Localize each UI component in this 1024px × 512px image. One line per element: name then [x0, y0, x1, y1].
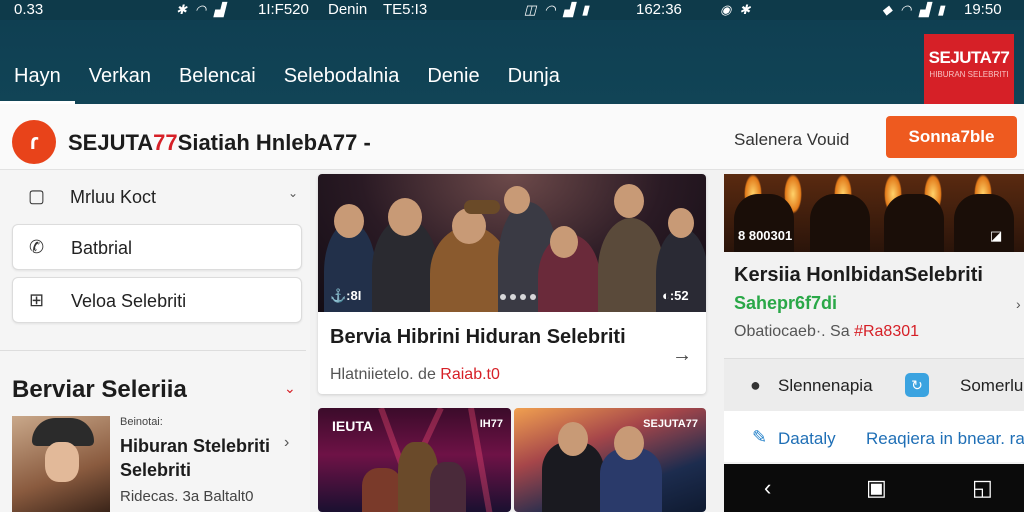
sidebar-divider	[0, 350, 306, 351]
settings-icon: ✱	[176, 2, 187, 17]
wifi-icon: ◠	[900, 2, 912, 17]
status-icons-2: ◫ ◠ ▟ ▮	[524, 0, 597, 20]
status-center-time: 162:36	[636, 1, 682, 18]
action-link-left[interactable]: Daataly	[778, 429, 836, 449]
arrow-right-icon[interactable]: →	[672, 344, 692, 367]
home-icon[interactable]: ▣	[866, 475, 887, 501]
signal-icon: ▟	[563, 2, 574, 17]
card-label-right: SEJUTA77	[643, 418, 698, 430]
status-text-3: TE5:I3	[383, 1, 428, 18]
grid-icon: ⊞	[29, 290, 45, 310]
right-action-panel: ● Slennenapia ↻ Somerlu ✎ Daataly Reaqie…	[724, 358, 1024, 462]
featured-meta: Hlatniietelo. de Raiab.t0	[330, 366, 500, 384]
alarm-icon: ◆	[882, 2, 892, 17]
featured-meta-text: Hlatniietelo. de	[330, 366, 441, 383]
recents-icon[interactable]: ◱	[972, 475, 993, 501]
photo-badge-right: ◐:52	[662, 288, 689, 303]
brand-name: SEJUTA77	[928, 48, 1010, 67]
featured-meta-red: Raiab.t0	[440, 366, 500, 383]
right-card-badge-left: 8 800301	[738, 228, 793, 243]
app-header: Hayn Verkan Belencai Selebodalnia Denie …	[0, 20, 1024, 104]
battery-icon: ▮	[581, 2, 589, 17]
status-icons-3: ◉ ✱	[720, 0, 758, 20]
site-logo-icon[interactable]: ɾ	[12, 120, 56, 164]
site-title-rest: Siatiah HnlebA77 -	[177, 130, 371, 155]
sidebar-item-mrluu-koct[interactable]: ▢ Mrluu Koct ⌄	[12, 174, 302, 220]
status-text-2: Denin	[328, 1, 368, 18]
topbar-link[interactable]: Salenera Vouid	[734, 130, 849, 150]
edit-icon: ✎	[752, 427, 768, 447]
bottom-article-card-1[interactable]: IEUTA IH77	[318, 408, 511, 512]
right-card-meta-red: #Ra8301	[854, 323, 920, 340]
mini-article-card[interactable]: Beinotai: Hiburan Stelebriti Selebriti ›…	[12, 416, 302, 512]
sidebar-item-label: Mrluu Koct	[70, 187, 157, 207]
sidebar-item-batbrial[interactable]: ✆ Batbrial	[12, 224, 302, 270]
article-title: Hiburan Stelebriti Selebriti	[120, 436, 271, 480]
sidebar-item-veloa-selebriti[interactable]: ⊞ Veloa Selebriti	[12, 277, 302, 323]
tab-dunja[interactable]: Dunja	[494, 64, 574, 104]
bottom-article-card-2[interactable]: SEJUTA77	[514, 408, 706, 512]
carousel-dots[interactable]	[500, 294, 536, 300]
featured-article-card[interactable]: ⚓:8I ◐:52 Bervia Hibrini Hiduran Selebri…	[318, 174, 706, 394]
article-kicker: Beinotai:	[120, 416, 163, 428]
site-topbar: ɾ SEJUTA77Siatiah HnlebA77 - Salenera Vo…	[0, 104, 1024, 170]
battery-icon: ▮	[937, 2, 945, 17]
sidebar-item-label: Batbrial	[71, 238, 133, 258]
user-icon: ●	[750, 375, 761, 395]
tab-selebodalnia[interactable]: Selebodalnia	[270, 64, 414, 104]
card-label: IEUTA	[332, 418, 373, 434]
action-label-right[interactable]: Somerlu	[960, 376, 1023, 396]
sidebar-item-label: Veloa Selebriti	[71, 291, 187, 311]
right-card-meta-text: Obatiocaeb·. Sa	[734, 323, 855, 340]
status-right-time: 19:50	[964, 1, 1002, 18]
action-label-left[interactable]: Slennenapia	[778, 376, 873, 396]
status-bar: 0.33 ✱ ◠ ▟ 1I:F520 Denin TE5:I3 ◫ ◠ ▟ ▮ 162:3…	[0, 0, 1024, 20]
signal-icon: ▟	[214, 2, 225, 17]
tab-verkan[interactable]: Verkan	[75, 64, 165, 104]
clipboard-icon: ▢	[28, 186, 46, 206]
back-icon[interactable]: ‹	[764, 475, 771, 501]
chevron-down-icon: ⌄	[287, 186, 298, 200]
tab-denie[interactable]: Denie	[413, 64, 493, 104]
photo-badge-left: ⚓:8I	[330, 288, 362, 303]
bookmark-icon[interactable]: ◪	[990, 228, 1002, 244]
section-title: Berviar Seleriia	[12, 376, 187, 403]
chevron-right-icon[interactable]: ›	[1016, 296, 1021, 312]
status-text-1: 1I:F520	[258, 1, 309, 18]
site-title-red: 77	[153, 130, 178, 155]
article-thumbnail	[12, 416, 110, 512]
tab-belencai[interactable]: Belencai	[165, 64, 270, 104]
card-label-right: IH77	[479, 418, 503, 430]
system-nav-bar: ‹ ▣ ◱	[724, 464, 1024, 512]
status-time-left: 0.33	[14, 1, 44, 18]
signal-icon: ▟	[919, 2, 930, 17]
cta-button[interactable]: Sonna7ble	[886, 116, 1017, 158]
status-icons-4: ◆ ◠ ▟ ▮	[882, 0, 953, 20]
action-row: ● Slennenapia ↻ Somerlu	[724, 359, 1024, 411]
dnd-icon: ◉	[720, 2, 732, 17]
chevron-down-icon[interactable]: ⌄	[284, 380, 296, 397]
settings-icon: ✱	[739, 2, 751, 17]
brand-tagline: HIBURAN SELEBRITI	[929, 70, 1009, 79]
featured-photo	[318, 174, 706, 312]
featured-title: Bervia Hibrini Hiduran Selebriti	[330, 326, 626, 348]
right-card-subtitle: Sahepr6f7di	[734, 293, 838, 313]
action-link-right[interactable]: Reaqiera in bnear. ra	[866, 429, 1024, 449]
brand-logo[interactable]: SEJUTA77 HIBURAN SELEBRITI	[924, 34, 1014, 104]
nfc-icon: ◫	[524, 2, 537, 17]
site-title: SEJUTA77Siatiah HnlebA77 -	[68, 130, 371, 156]
wifi-icon: ◠	[194, 2, 207, 17]
category-nav: Hayn Verkan Belencai Selebodalnia Denie …	[0, 64, 574, 104]
right-card-meta: Obatiocaeb·. Sa #Ra8301	[734, 323, 919, 341]
status-icons-1: ✱ ◠ ▟	[176, 0, 232, 20]
phone-icon: ✆	[29, 237, 45, 257]
refresh-icon[interactable]: ↻	[905, 373, 929, 397]
right-card-title[interactable]: Kersiia HonlbidanSelebriti	[734, 264, 983, 287]
wifi-icon: ◠	[544, 2, 556, 17]
site-title-prefix: SEJUTA	[68, 130, 154, 155]
article-meta: Ridecas. 3a Baltalt0	[120, 488, 254, 505]
chevron-right-icon: ›	[284, 434, 290, 451]
tab-hayn[interactable]: Hayn	[0, 64, 75, 104]
